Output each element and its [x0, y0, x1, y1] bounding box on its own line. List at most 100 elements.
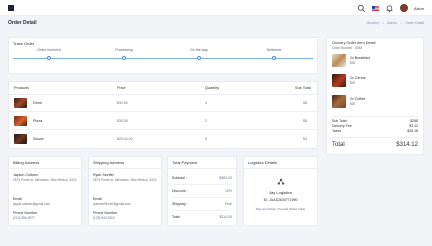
shipping-address-card: Shipping Address Ryan Seelfer 2673 Porte…: [88, 156, 162, 226]
step-label: Processing: [115, 48, 133, 52]
step-label: Delivered: [266, 48, 282, 52]
shipping-phone-label: Phone Number: [93, 211, 118, 215]
breadcrumb-item-grocery[interactable]: Grocery: [367, 21, 379, 25]
shipping-name: Ryan Seelfer: [93, 173, 114, 177]
payment-label: Subtotal :: [172, 176, 187, 180]
item-thumbnail: [332, 54, 346, 67]
summary-divider: [332, 137, 418, 138]
summary-item[interactable]: 2x Coffee $30: [332, 95, 418, 110]
billing-phone-label: Phone Number: [13, 211, 38, 215]
payment-value: $314.00: [219, 215, 232, 219]
billing-address-text: 2673 Porter st, Allentown, New Mexico, 4…: [13, 178, 77, 182]
payment-value: Free: [224, 202, 232, 206]
shipping-phone[interactable]: (123) 543-9110: [93, 216, 115, 220]
step-processing: Processing: [94, 48, 154, 60]
card-divider: [9, 168, 81, 169]
column-header-products: Products: [14, 86, 29, 90]
logistics-payment-mode: Payment Mode: Prepaid (Debit Card): [255, 207, 306, 211]
payment-value: 15%: [224, 189, 232, 193]
billing-email[interactable]: jaycal.colbam@gmail.com: [13, 202, 50, 206]
step-dot: [197, 56, 201, 60]
track-order-card: Track Order Order received Processing On…: [8, 37, 318, 74]
logistics-company: Jay Logistics: [269, 190, 292, 195]
top-bar: Alson: [0, 0, 432, 16]
summary-taxes-row: Taxes $25.18: [332, 129, 418, 134]
payment-label: Discount :: [172, 189, 188, 193]
bell-icon[interactable]: [385, 4, 394, 13]
summary-total-value: $314.12: [396, 142, 418, 148]
summary-divider: [332, 116, 418, 117]
table-row[interactable]: Drink $34.50 4 $8: [9, 95, 317, 112]
card-divider: [168, 168, 236, 169]
step-dot: [272, 56, 276, 60]
step-dot: [47, 56, 51, 60]
search-icon[interactable]: [357, 4, 366, 13]
product-name: Drink: [33, 101, 42, 105]
product-thumbnail: [14, 134, 27, 144]
payment-value: $362.00: [219, 176, 232, 180]
order-summary-title: Grocery Order Item Detail: [332, 41, 376, 45]
product-subtotal: $8: [303, 101, 307, 105]
summary-label: Taxes: [332, 129, 342, 133]
item-name: 2x Coffee: [350, 97, 366, 101]
step-label: Order received: [37, 48, 61, 52]
user-name[interactable]: Alson: [414, 6, 424, 11]
summary-item[interactable]: 2x Cereal $52: [332, 74, 418, 89]
summary-value: $25.18: [407, 129, 418, 133]
billing-email-label: Email: [13, 197, 22, 201]
shipping-address-text: 2673 Porter st, Allentown, New Mexico, 4…: [93, 178, 157, 182]
order-summary-card: Grocery Order Item Detail Order Number :…: [326, 37, 424, 155]
summary-label: Delivery Fee: [332, 124, 352, 128]
column-header-quantity: Quantity: [205, 86, 220, 90]
summary-item[interactable]: 2x Breakfast $30: [332, 54, 418, 69]
card-divider: [244, 168, 317, 169]
column-header-subtotal: Sub Total: [295, 86, 311, 90]
step-label: On the way: [190, 48, 208, 52]
product-thumbnail: [14, 116, 27, 126]
card-divider: [89, 168, 161, 169]
step-delivered: Delivered: [244, 48, 304, 60]
shipping-email[interactable]: ryanseelfer.art@gmail.com: [93, 202, 131, 206]
payment-row-discount: Discount : 15%: [172, 185, 232, 198]
total-payment-card: Total Payment Subtotal : $362.00 Discoun…: [167, 156, 237, 226]
summary-total-label: Total: [332, 142, 345, 148]
page-title: Order Detail: [8, 20, 37, 26]
track-order-title: Track Order: [13, 41, 35, 46]
product-name: Sauce: [33, 137, 44, 141]
product-price: $34.50: [117, 101, 128, 105]
item-price: $52: [350, 81, 356, 85]
product-thumbnail: [14, 98, 27, 108]
billing-address-title: Billing Address: [13, 160, 40, 165]
breadcrumb-item-admin[interactable]: Admin: [387, 21, 397, 25]
breadcrumb-separator: >: [382, 21, 385, 25]
shipping-address-title: Shipping Address: [93, 160, 125, 165]
us-flag-icon[interactable]: [371, 5, 379, 11]
user-avatar[interactable]: [399, 4, 408, 12]
item-price: $30: [350, 61, 356, 65]
logistics-icon: [277, 178, 285, 186]
table-row[interactable]: Sauce $23.44.00 5 $3: [9, 131, 317, 148]
billing-phone[interactable]: (213) 555-5977: [13, 216, 35, 220]
column-header-price: Price: [117, 86, 126, 90]
product-quantity: 5: [205, 137, 207, 141]
app-logo[interactable]: [8, 5, 14, 11]
summary-value: $3.12: [409, 124, 418, 128]
logistics-details-card: Logistics Details Jay Logistics ID: JUAS…: [243, 156, 318, 226]
payment-row-subtotal: Subtotal : $362.00: [172, 172, 232, 185]
summary-value: $288: [410, 119, 418, 123]
step-on-the-way: On the way: [169, 48, 229, 60]
item-thumbnail: [332, 95, 346, 108]
table-row[interactable]: Pizza $30.00 2 $6: [9, 113, 317, 130]
products-table: Products Price Quantity Sub Total Drink …: [8, 81, 318, 149]
breadcrumb-item-current: Order Detail: [405, 21, 424, 25]
payment-row-shipping: Shipping : Free: [172, 198, 232, 211]
product-quantity: 4: [205, 101, 207, 105]
billing-name: Jayson Colbam: [13, 173, 38, 177]
product-name: Pizza: [33, 119, 43, 123]
item-price: $30: [350, 102, 356, 106]
payment-label: Total :: [172, 215, 182, 219]
product-price: $30.00: [117, 119, 128, 123]
product-subtotal: $6: [303, 119, 307, 123]
order-number: Order Number : 3064: [332, 46, 363, 50]
item-name: 2x Cereal: [350, 76, 366, 80]
